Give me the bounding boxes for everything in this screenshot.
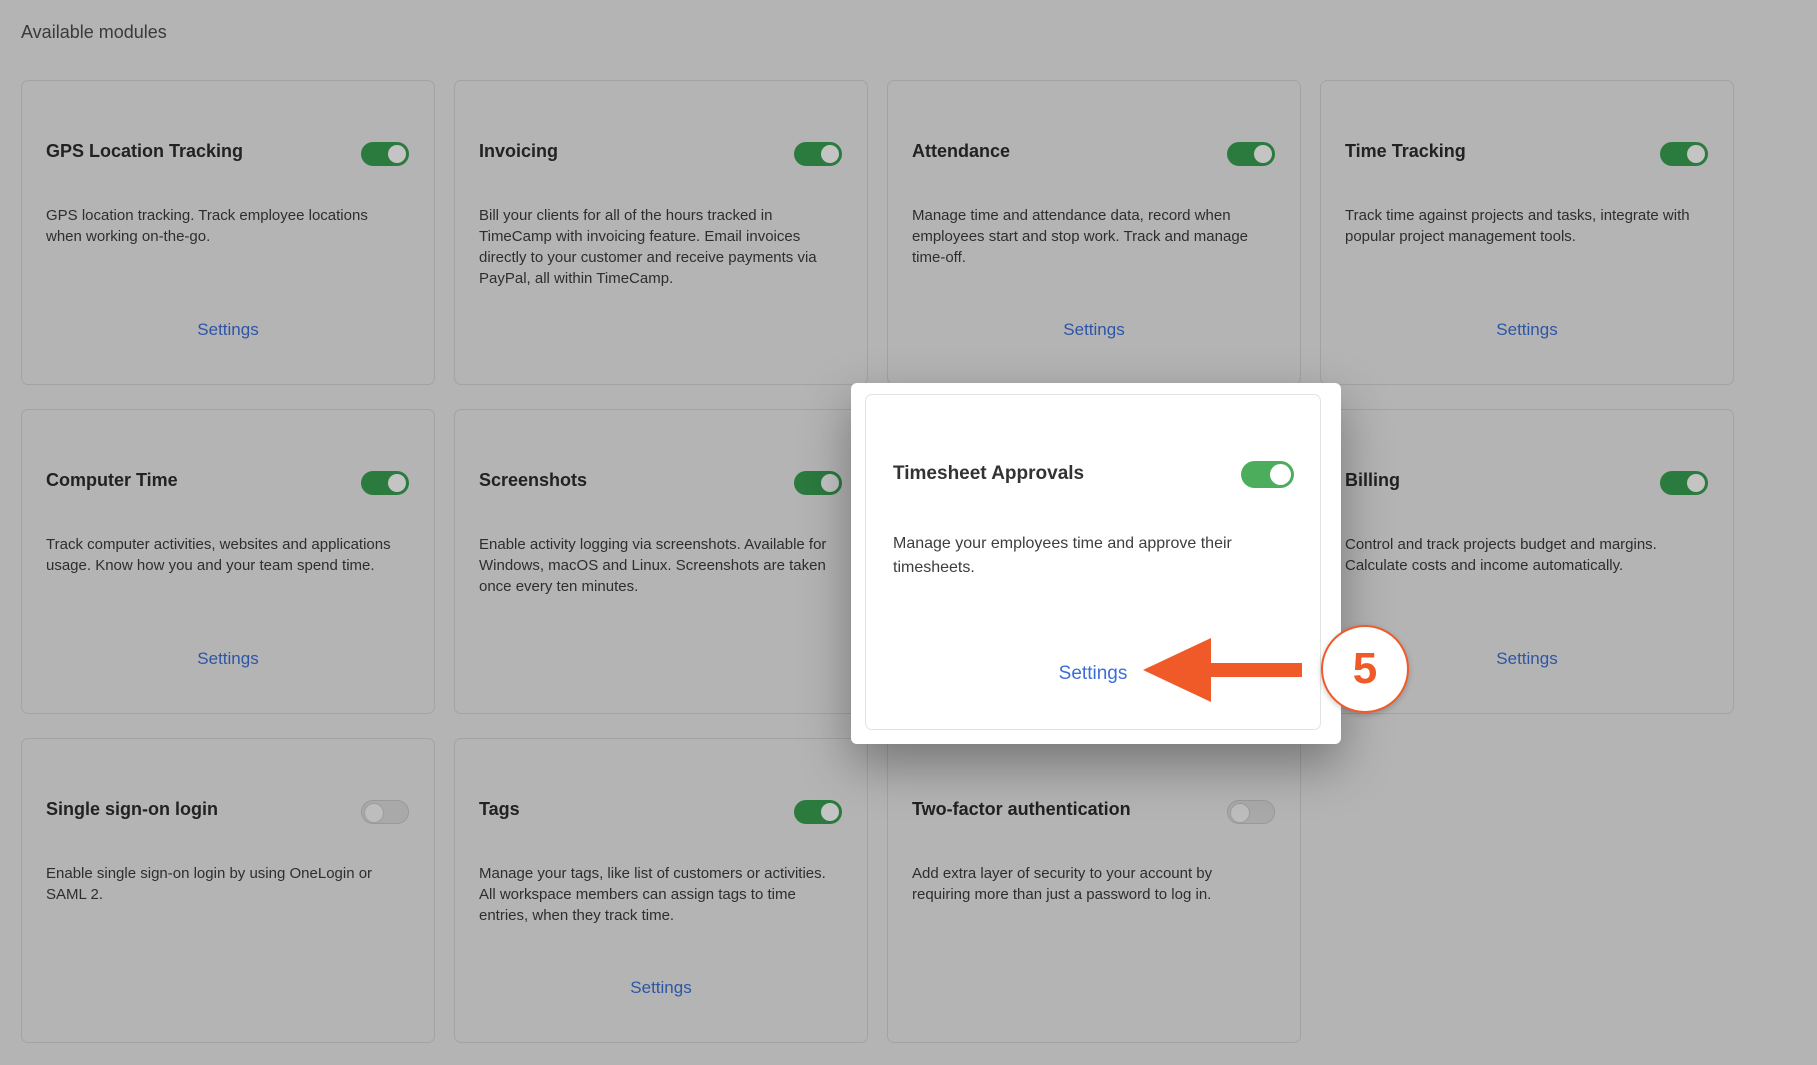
module-toggle[interactable] [1660, 471, 1708, 495]
module-toggle[interactable] [1227, 142, 1275, 166]
toggle-knob [1687, 474, 1705, 492]
arrow-shape [1143, 638, 1302, 702]
module-title: GPS Location Tracking [46, 141, 244, 161]
toggle-knob [1230, 802, 1250, 823]
module-description: Manage your tags, like list of customers… [479, 865, 826, 924]
module-description: GPS location tracking. Track employee lo… [46, 207, 368, 245]
module-description: Manage time and attendance data, record … [912, 207, 1249, 266]
toggle-knob [364, 802, 384, 823]
module-toggle[interactable] [1227, 800, 1275, 824]
module-description: Track time against projects and tasks, i… [1345, 207, 1690, 245]
module-toggle[interactable] [1241, 461, 1294, 488]
settings-link[interactable]: Settings [22, 649, 434, 669]
module-title: Two-factor authentication [912, 799, 1131, 819]
module-description: Track computer activities, websites and … [46, 536, 391, 574]
module-title: Single sign-on login [46, 799, 218, 819]
toggle-knob [821, 474, 839, 492]
toggle-knob [1270, 464, 1291, 485]
toggle-knob [388, 474, 406, 492]
module-description: Add extra layer of security to your acco… [912, 865, 1213, 903]
module-card-screenshots: Screenshots Enable activity logging via … [454, 409, 868, 714]
module-title: Billing [1345, 470, 1400, 490]
module-description: Manage your employees time and approve t… [893, 535, 1232, 576]
module-toggle[interactable] [794, 471, 842, 495]
module-description: Control and track projects budget and ma… [1345, 536, 1657, 574]
toggle-knob [1254, 145, 1272, 163]
toggle-knob [821, 145, 839, 163]
toggle-knob [821, 803, 839, 821]
module-toggle[interactable] [794, 142, 842, 166]
module-card-single-sign-on: Single sign-on login Enable single sign-… [21, 738, 435, 1043]
settings-link[interactable]: Settings [1321, 320, 1733, 340]
module-title: Time Tracking [1345, 141, 1466, 161]
module-card-computer-time: Computer Time Track computer activities,… [21, 409, 435, 714]
module-toggle[interactable] [361, 800, 409, 824]
module-description: Bill your clients for all of the hours t… [479, 207, 817, 287]
toggle-knob [1687, 145, 1705, 163]
module-title: Screenshots [479, 470, 588, 490]
module-toggle[interactable] [794, 800, 842, 824]
module-title: Invoicing [479, 141, 559, 161]
step-badge: 5 [1321, 625, 1409, 713]
module-toggle[interactable] [361, 471, 409, 495]
module-toggle[interactable] [1660, 142, 1708, 166]
arrow-left-icon [1143, 638, 1302, 702]
module-toggle[interactable] [361, 142, 409, 166]
module-description: Enable activity logging via screenshots.… [479, 536, 827, 595]
module-card-attendance: Attendance Manage time and attendance da… [887, 80, 1301, 385]
module-title: Tags [479, 799, 520, 819]
module-title: Timesheet Approvals [893, 463, 1085, 484]
module-card-two-factor-auth: Two-factor authentication Add extra laye… [887, 738, 1301, 1043]
settings-link[interactable]: Settings [455, 978, 867, 998]
toggle-knob [388, 145, 406, 163]
settings-link[interactable]: Settings [888, 320, 1300, 340]
module-description: Enable single sign-on login by using One… [46, 865, 373, 903]
module-title: Computer Time [46, 470, 178, 490]
page-title: Available modules [21, 22, 167, 42]
settings-link[interactable]: Settings [22, 320, 434, 340]
module-title: Attendance [912, 141, 1011, 161]
module-card-tags: Tags Manage your tags, like list of cust… [454, 738, 868, 1043]
module-card-gps-location-tracking: GPS Location Tracking GPS location track… [21, 80, 435, 385]
module-card-invoicing: Invoicing Bill your clients for all of t… [454, 80, 868, 385]
module-card-time-tracking: Time Tracking Track time against project… [1320, 80, 1734, 385]
